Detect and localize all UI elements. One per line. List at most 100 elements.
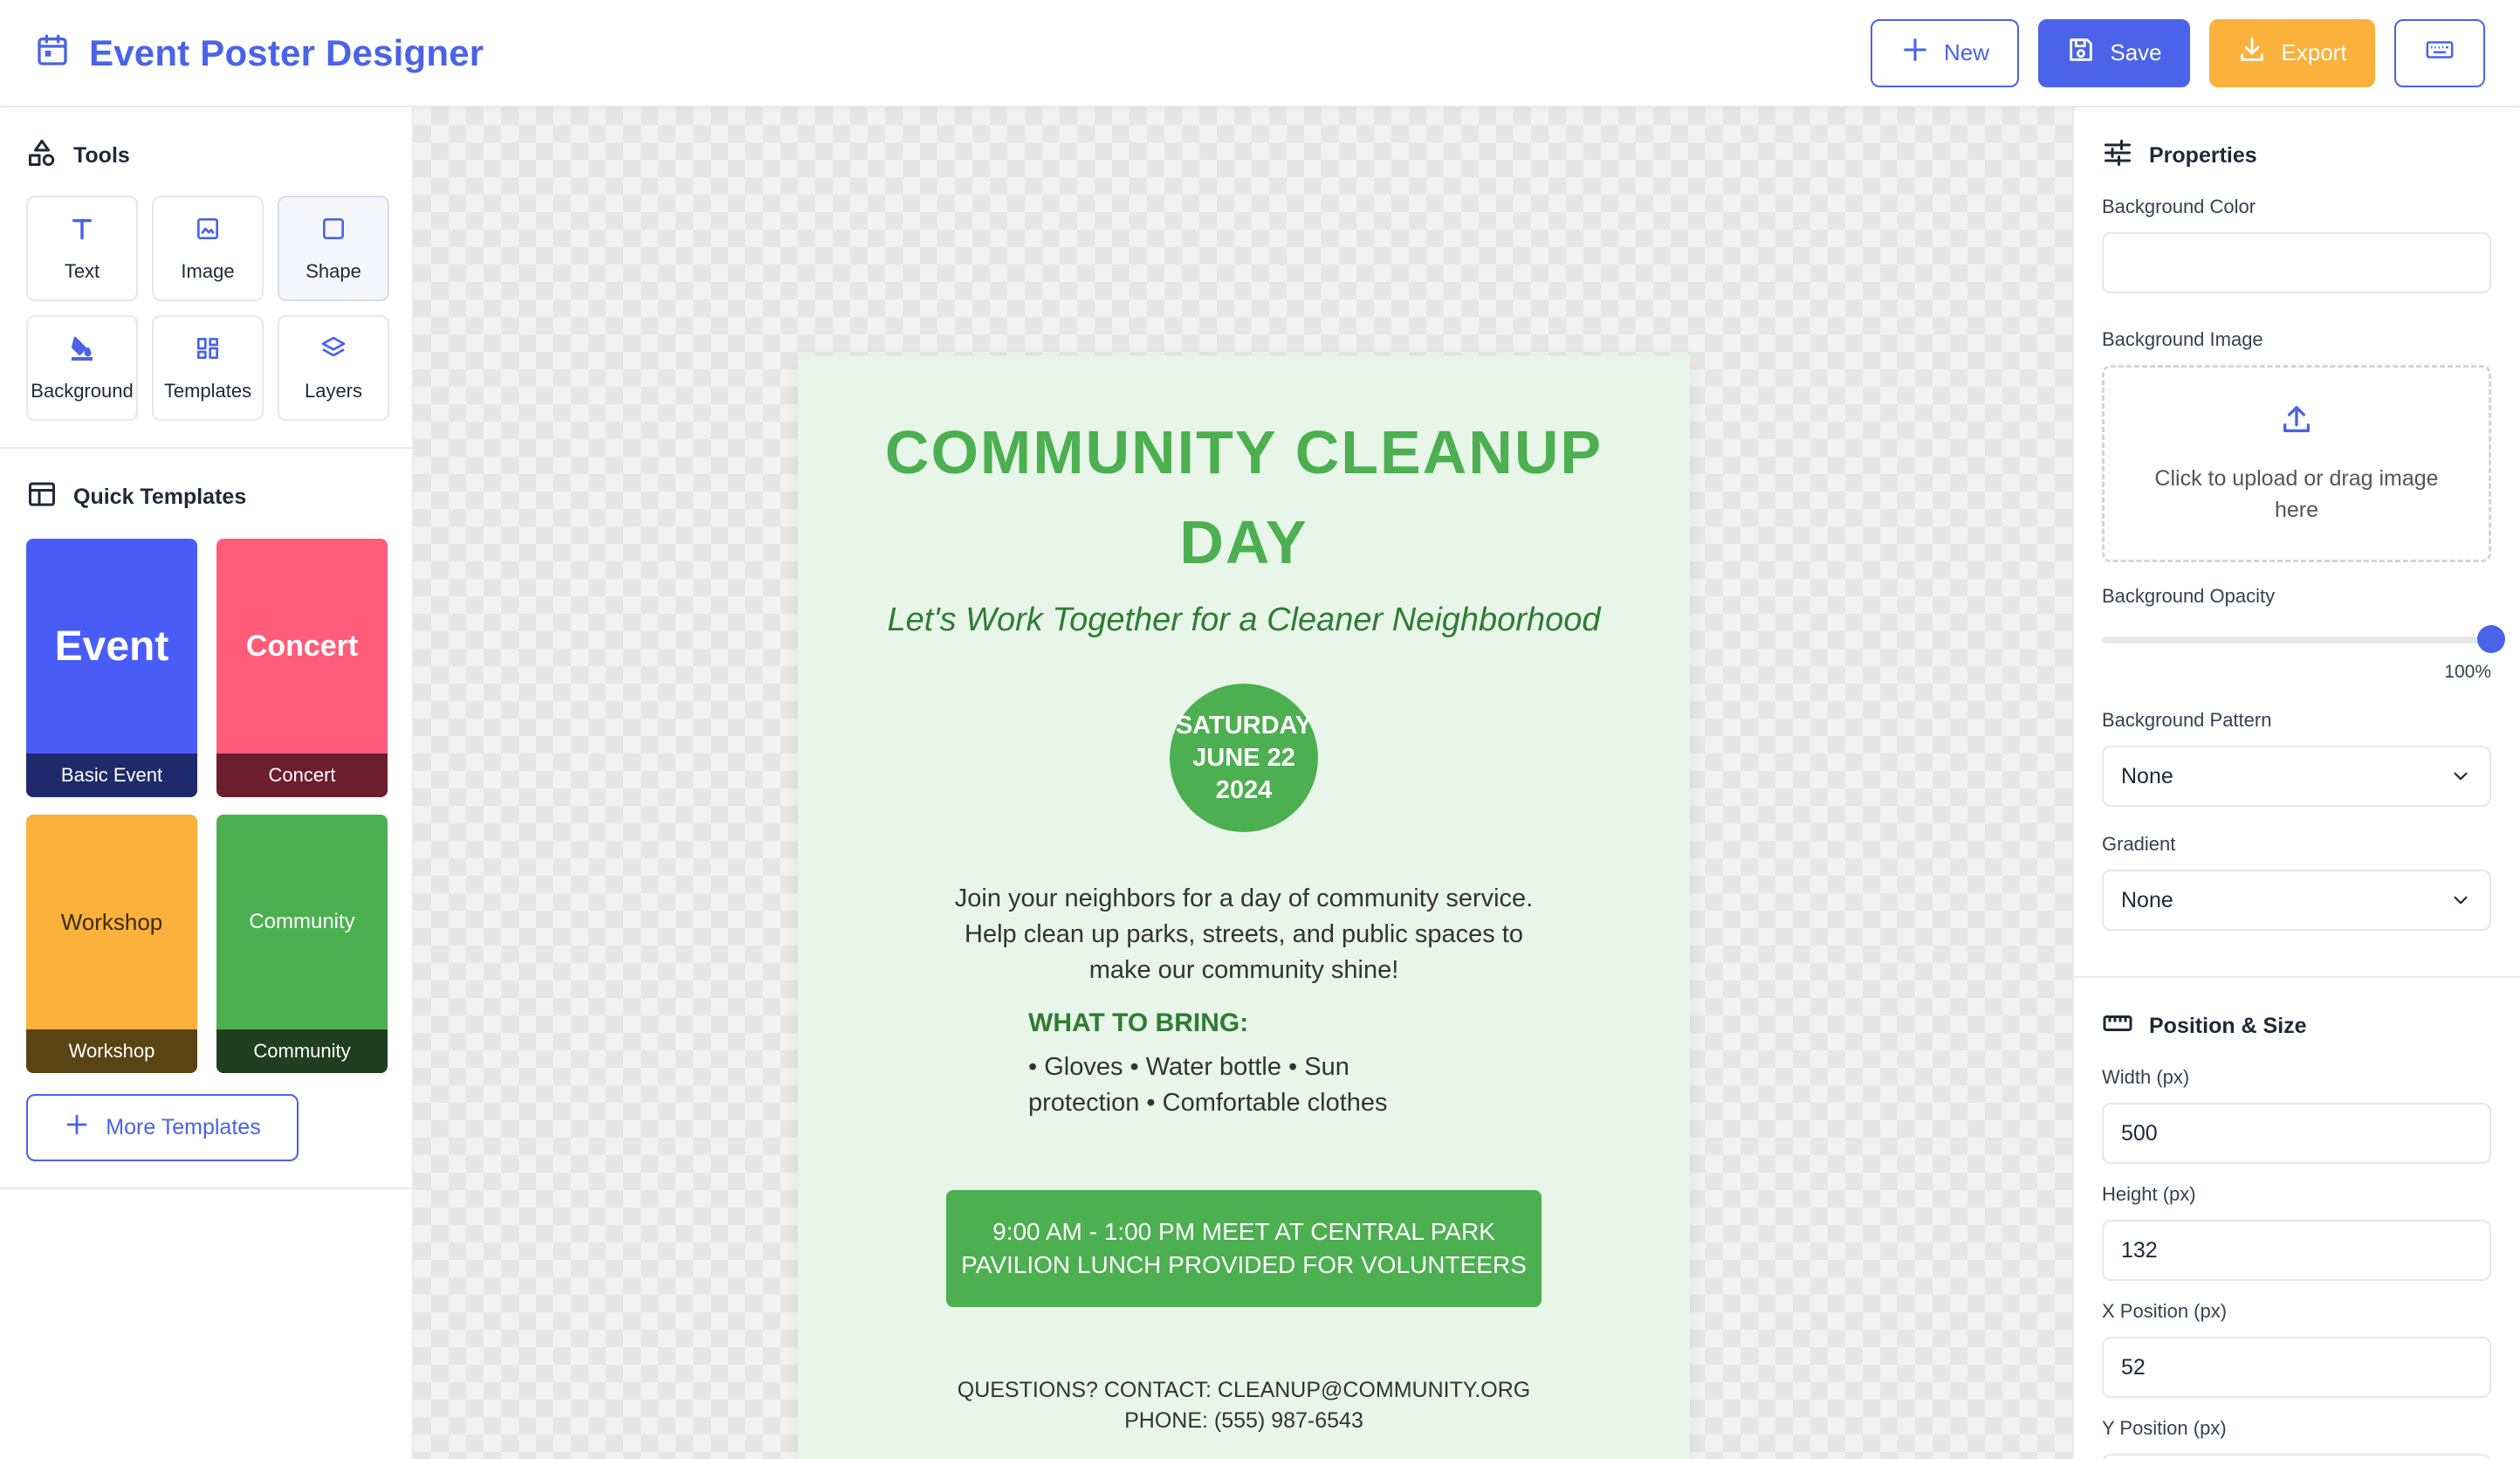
tools-grid: Text Image Shape Background Templates La… bbox=[26, 196, 389, 421]
sliders-icon bbox=[2102, 137, 2133, 175]
tools-section: Tools Text Image Shape Background Templa… bbox=[0, 107, 412, 449]
quick-templates-heading: Quick Templates bbox=[26, 478, 386, 516]
template-card-workshop[interactable]: Workshop Workshop bbox=[26, 815, 197, 1073]
tool-background[interactable]: Background bbox=[26, 315, 138, 421]
design-canvas[interactable]: COMMUNITY CLEANUP DAY Let's Work Togethe… bbox=[414, 107, 2072, 1459]
template-layout-icon bbox=[26, 478, 58, 516]
template-name: Community bbox=[249, 910, 355, 933]
tool-label: Layers bbox=[304, 379, 363, 402]
template-caption: Basic Event bbox=[26, 754, 197, 797]
date-year: 2024 bbox=[1215, 775, 1273, 804]
layers-icon bbox=[319, 334, 347, 368]
template-card-event[interactable]: Event Basic Event bbox=[26, 539, 197, 797]
upload-text: Click to upload or drag image here bbox=[2154, 466, 2439, 522]
width-label: Width (px) bbox=[2102, 1066, 2190, 1088]
gradient-label: Gradient bbox=[2102, 833, 2176, 855]
slider-track bbox=[2102, 637, 2491, 643]
tools-title: Tools bbox=[73, 143, 130, 168]
bg-pattern-value: None bbox=[2121, 763, 2173, 788]
y-position-input[interactable]: 41 bbox=[2102, 1454, 2491, 1459]
tool-layers[interactable]: Layers bbox=[278, 315, 389, 421]
bg-opacity-label: Background Opacity bbox=[2102, 585, 2276, 607]
poster-subtitle[interactable]: Let's Work Together for a Cleaner Neighb… bbox=[798, 602, 1690, 639]
poster-description[interactable]: Join your neighbors for a day of communi… bbox=[951, 881, 1537, 988]
tool-label: Image bbox=[181, 259, 235, 282]
quick-templates-grid: Event Basic Event Concert Concert Worksh… bbox=[26, 539, 388, 1073]
date-weekday: SATURDAY bbox=[1175, 711, 1313, 740]
bg-pattern-label: Background Pattern bbox=[2102, 709, 2272, 731]
save-button-label: Save bbox=[2110, 39, 2162, 65]
quick-templates-title: Quick Templates bbox=[73, 485, 247, 509]
time-location-line: 9:00 AM - 1:00 PM MEET AT CENTRAL PARK bbox=[992, 1218, 1495, 1245]
new-button[interactable]: New bbox=[1871, 18, 2019, 87]
save-icon bbox=[2066, 35, 2096, 71]
plus-icon bbox=[1900, 35, 1930, 71]
save-button[interactable]: Save bbox=[2038, 18, 2190, 87]
tool-label: Background bbox=[31, 379, 134, 402]
date-badge[interactable]: SATURDAY JUNE 22 2024 bbox=[1170, 684, 1318, 832]
chevron-down-icon bbox=[2449, 765, 2472, 788]
quick-templates-section: Quick Templates Event Basic Event Concer… bbox=[0, 449, 412, 1189]
poster-title[interactable]: COMMUNITY CLEANUP DAY bbox=[841, 408, 1646, 588]
bg-color-input[interactable] bbox=[2102, 232, 2491, 293]
brand: Event Poster Designer bbox=[35, 32, 484, 74]
calendar-icon bbox=[35, 33, 70, 72]
paint-bucket-icon bbox=[68, 334, 96, 368]
slider-thumb[interactable] bbox=[2477, 625, 2505, 653]
height-label: Height (px) bbox=[2102, 1183, 2196, 1205]
templates-grid-icon bbox=[194, 334, 222, 368]
more-templates-label: More Templates bbox=[106, 1115, 261, 1139]
template-card-community[interactable]: Community Community bbox=[216, 815, 388, 1073]
left-sidebar: Tools Text Image Shape Background Templa… bbox=[0, 107, 414, 1459]
width-input[interactable]: 500 bbox=[2102, 1103, 2491, 1164]
contact-email: QUESTIONS? CONTACT: CLEANUP@COMMUNITY.OR… bbox=[957, 1378, 1531, 1402]
height-input[interactable]: 132 bbox=[2102, 1220, 2491, 1281]
x-position-input[interactable]: 52 bbox=[2102, 1337, 2491, 1398]
more-templates-button[interactable]: More Templates bbox=[26, 1094, 299, 1161]
template-caption: Community bbox=[216, 1029, 388, 1073]
bg-pattern-select[interactable]: None bbox=[2102, 746, 2491, 807]
tool-text[interactable]: Text bbox=[26, 196, 138, 301]
bring-heading[interactable]: WHAT TO BRING: bbox=[1028, 1008, 1248, 1038]
tool-image[interactable]: Image bbox=[152, 196, 264, 301]
header-actions: New Save Export bbox=[1871, 18, 2485, 87]
tool-label: Text bbox=[64, 259, 100, 282]
bring-list[interactable]: • Gloves • Water bottle • Sun protection… bbox=[1028, 1050, 1447, 1121]
ruler-icon bbox=[2102, 1008, 2133, 1045]
tools-heading: Tools bbox=[26, 137, 388, 175]
bg-image-upload[interactable]: Click to upload or drag image here bbox=[2102, 365, 2491, 562]
chevron-down-icon bbox=[2449, 889, 2472, 912]
download-icon bbox=[2237, 35, 2267, 71]
gradient-value: None bbox=[2121, 887, 2173, 912]
bg-image-label: Background Image bbox=[2102, 328, 2263, 350]
properties-title: Properties bbox=[2149, 143, 2257, 168]
properties-panel: Properties Background Color Background I… bbox=[2072, 107, 2520, 1459]
export-button[interactable]: Export bbox=[2209, 18, 2375, 87]
bg-opacity-value: 100% bbox=[2444, 662, 2491, 682]
time-location-line: PAVILION LUNCH PROVIDED FOR VOLUNTEERS bbox=[961, 1251, 1527, 1278]
date-day: JUNE 22 bbox=[1192, 743, 1295, 772]
template-name: Workshop bbox=[60, 908, 163, 935]
bg-opacity-slider[interactable] bbox=[2102, 622, 2505, 657]
gradient-select[interactable]: None bbox=[2102, 870, 2491, 931]
app-header: Event Poster Designer New Save Export bbox=[0, 0, 2520, 107]
poster-title-line: DAY bbox=[1179, 508, 1308, 576]
bg-color-label: Background Color bbox=[2102, 196, 2256, 217]
template-card-concert[interactable]: Concert Concert bbox=[216, 539, 388, 797]
keyboard-shortcuts-button[interactable] bbox=[2394, 18, 2485, 87]
x-position-label: X Position (px) bbox=[2102, 1300, 2228, 1322]
template-name: Concert bbox=[245, 629, 359, 663]
new-button-label: New bbox=[1943, 39, 1989, 65]
tool-label: Shape bbox=[306, 259, 361, 282]
tool-label: Templates bbox=[163, 379, 252, 402]
poster[interactable]: COMMUNITY CLEANUP DAY Let's Work Togethe… bbox=[798, 355, 1690, 1459]
plus-icon bbox=[64, 1111, 90, 1144]
poster-title-line: COMMUNITY CLEANUP bbox=[884, 418, 1603, 486]
tool-templates[interactable]: Templates bbox=[152, 315, 264, 421]
contact-info[interactable]: QUESTIONS? CONTACT: CLEANUP@COMMUNITY.OR… bbox=[798, 1375, 1690, 1436]
shapes-icon bbox=[26, 137, 58, 175]
template-caption: Workshop bbox=[26, 1029, 197, 1073]
image-icon bbox=[194, 215, 222, 248]
time-location-box[interactable]: 9:00 AM - 1:00 PM MEET AT CENTRAL PARK P… bbox=[946, 1190, 1542, 1307]
tool-shape[interactable]: Shape bbox=[278, 196, 389, 301]
